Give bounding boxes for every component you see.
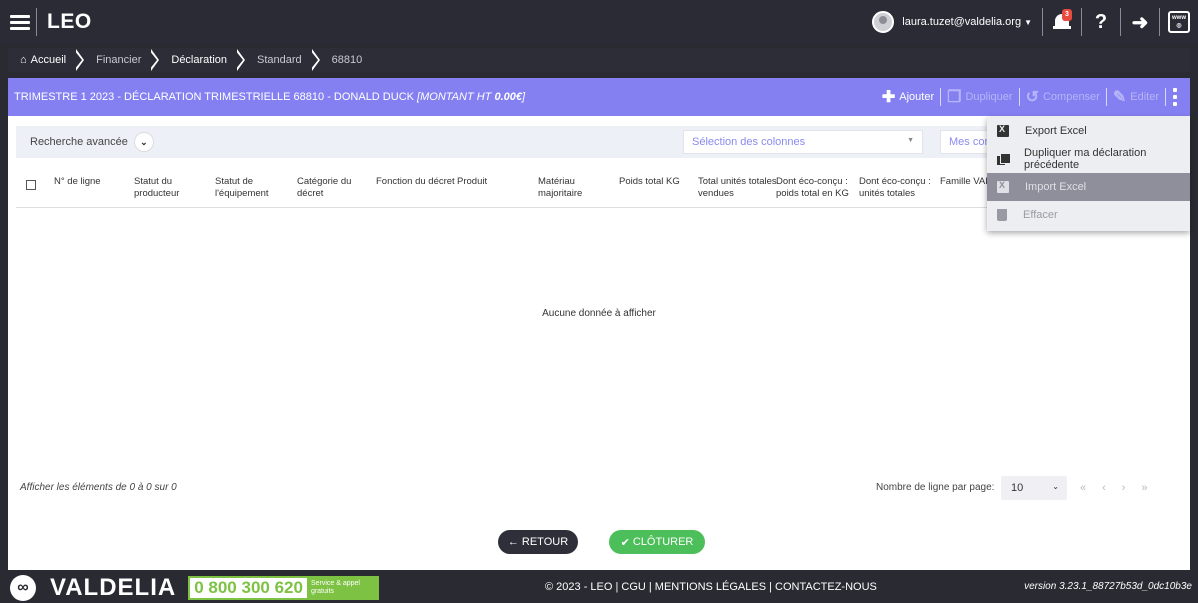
column-header[interactable]: Dont éco-conçu : unités totales [859,176,931,200]
breadcrumb: ⌂ Accueil Financier Déclaration Standard … [8,48,1190,72]
panel-header: TRIMESTRE 1 2023 - DÉCLARATION TRIMESTRI… [8,78,1190,116]
caret-down-icon: ▼ [1024,18,1032,27]
pager: « ‹ › » [1080,482,1164,494]
per-page-label: Nombre de ligne par page: [876,482,995,493]
version-label: version 3.23.1_88727b53d_0dc10b3e [1024,581,1192,592]
divider [36,8,37,36]
edit-icon: ✎ [1112,89,1127,106]
breadcrumb-item-financier[interactable]: Financier [84,48,160,72]
page-title: TRIMESTRE 1 2023 - DÉCLARATION TRIMESTRI… [14,91,526,103]
copy-icon: ❐ [947,89,962,106]
dropdown-arrow-icon: ▼ [907,137,914,144]
columns-select[interactable]: Sélection des colonnes ▼ [683,130,923,154]
column-header[interactable]: Total unités totales vendues [698,176,778,200]
help-icon[interactable]: ? [1082,0,1120,44]
column-header[interactable]: Fonction du décret [376,176,458,188]
excel-icon [997,180,1009,193]
per-page-select[interactable]: 10 ⌄ [1001,476,1067,500]
check-icon: ✔ [620,536,633,549]
infinity-logo-icon: ∞ [10,574,36,601]
breadcrumb-item-declaration[interactable]: Déclaration [159,48,246,72]
column-header[interactable]: N° de ligne [54,176,124,188]
hamburger-menu-icon[interactable] [4,0,36,44]
chevron-down-icon[interactable]: ⌄ [133,132,154,152]
plus-icon: ✚ [881,89,896,106]
menu-item-export-excel[interactable]: Export Excel [987,117,1190,145]
user-email: laura.tuzet@valdelia.org [902,16,1022,28]
pagination-info: Afficher les éléments de 0 à 0 sur 0 [20,482,177,493]
column-header[interactable]: Statut de l'équipement [215,176,285,200]
notifications-button[interactable]: 3 [1043,0,1081,44]
breadcrumb-item-accueil[interactable]: ⌂ Accueil [8,48,85,72]
amount-value: 0.00€ [494,91,522,103]
logout-icon[interactable]: ➜ [1121,0,1159,44]
valdelia-logo: ∞ VALDELIA [10,574,176,602]
back-button[interactable]: ← RETOUR [498,530,578,554]
trash-icon [997,209,1007,221]
arrow-left-icon: ← [507,536,522,548]
home-icon: ⌂ [20,54,27,66]
phone-banner: 0 800 300 620 Service & appel gratuits [188,575,379,600]
column-header[interactable]: Matériau majoritaire [538,176,608,200]
www-search-icon[interactable]: www ◎ [1160,0,1198,44]
add-button[interactable]: ✚ Ajouter [876,87,940,107]
breadcrumb-item-id: 68810 [331,54,363,66]
dropdown-arrow-icon: ⌄ [1052,482,1059,491]
column-header[interactable]: Produit [457,176,517,188]
duplicate-button[interactable]: ❐ Dupliquer [941,87,1018,107]
menu-item-import-excel[interactable]: Import Excel [987,173,1190,201]
excel-icon [997,124,1009,137]
first-page-button[interactable]: « [1080,482,1086,494]
select-all-checkbox[interactable] [26,180,36,190]
compensate-button[interactable]: ↺ Compenser [1020,87,1106,107]
app-title[interactable]: LEO [47,10,92,34]
last-page-button[interactable]: » [1141,482,1147,494]
user-menu[interactable]: laura.tuzet@valdelia.org ▼ [902,16,1032,28]
footer-links[interactable]: © 2023 - LEO | CGU | MENTIONS LÉGALES | … [545,581,877,593]
more-actions-menu: Export Excel Dupliquer ma déclaration pr… [987,117,1190,231]
empty-table-message: Aucune donnée à afficher [542,308,656,319]
footer: ∞ VALDELIA 0 800 300 620 Service & appel… [0,572,1198,603]
copy-icon [997,153,1012,165]
undo-icon: ↺ [1025,89,1039,106]
column-header[interactable]: Statut du producteur [134,176,204,200]
more-actions-icon[interactable] [1166,87,1184,108]
user-avatar[interactable] [872,11,895,33]
notification-badge: 3 [1062,9,1072,21]
top-navbar: LEO laura.tuzet@valdelia.org ▼ 3 ? ➜ www ◎ [0,0,1198,44]
close-declaration-button[interactable]: ✔ CLÔTURER [609,530,705,554]
menu-item-duplicate-previous[interactable]: Dupliquer ma déclaration précédente [987,145,1190,173]
column-header[interactable]: Catégorie du décret [297,176,367,200]
bell-icon: 3 [1053,9,1072,32]
breadcrumb-item-standard[interactable]: Standard [245,48,320,72]
prev-page-button[interactable]: ‹ [1102,482,1106,494]
edit-button[interactable]: ✎ Editer [1107,87,1165,107]
next-page-button[interactable]: › [1122,482,1126,494]
column-header[interactable]: Dont éco-conçu : poids total en KG [776,176,850,200]
column-header[interactable]: Poids total KG [619,176,689,188]
advanced-search-toggle[interactable]: Recherche avancée ⌄ [30,132,154,152]
menu-item-delete[interactable]: Effacer [987,201,1190,229]
